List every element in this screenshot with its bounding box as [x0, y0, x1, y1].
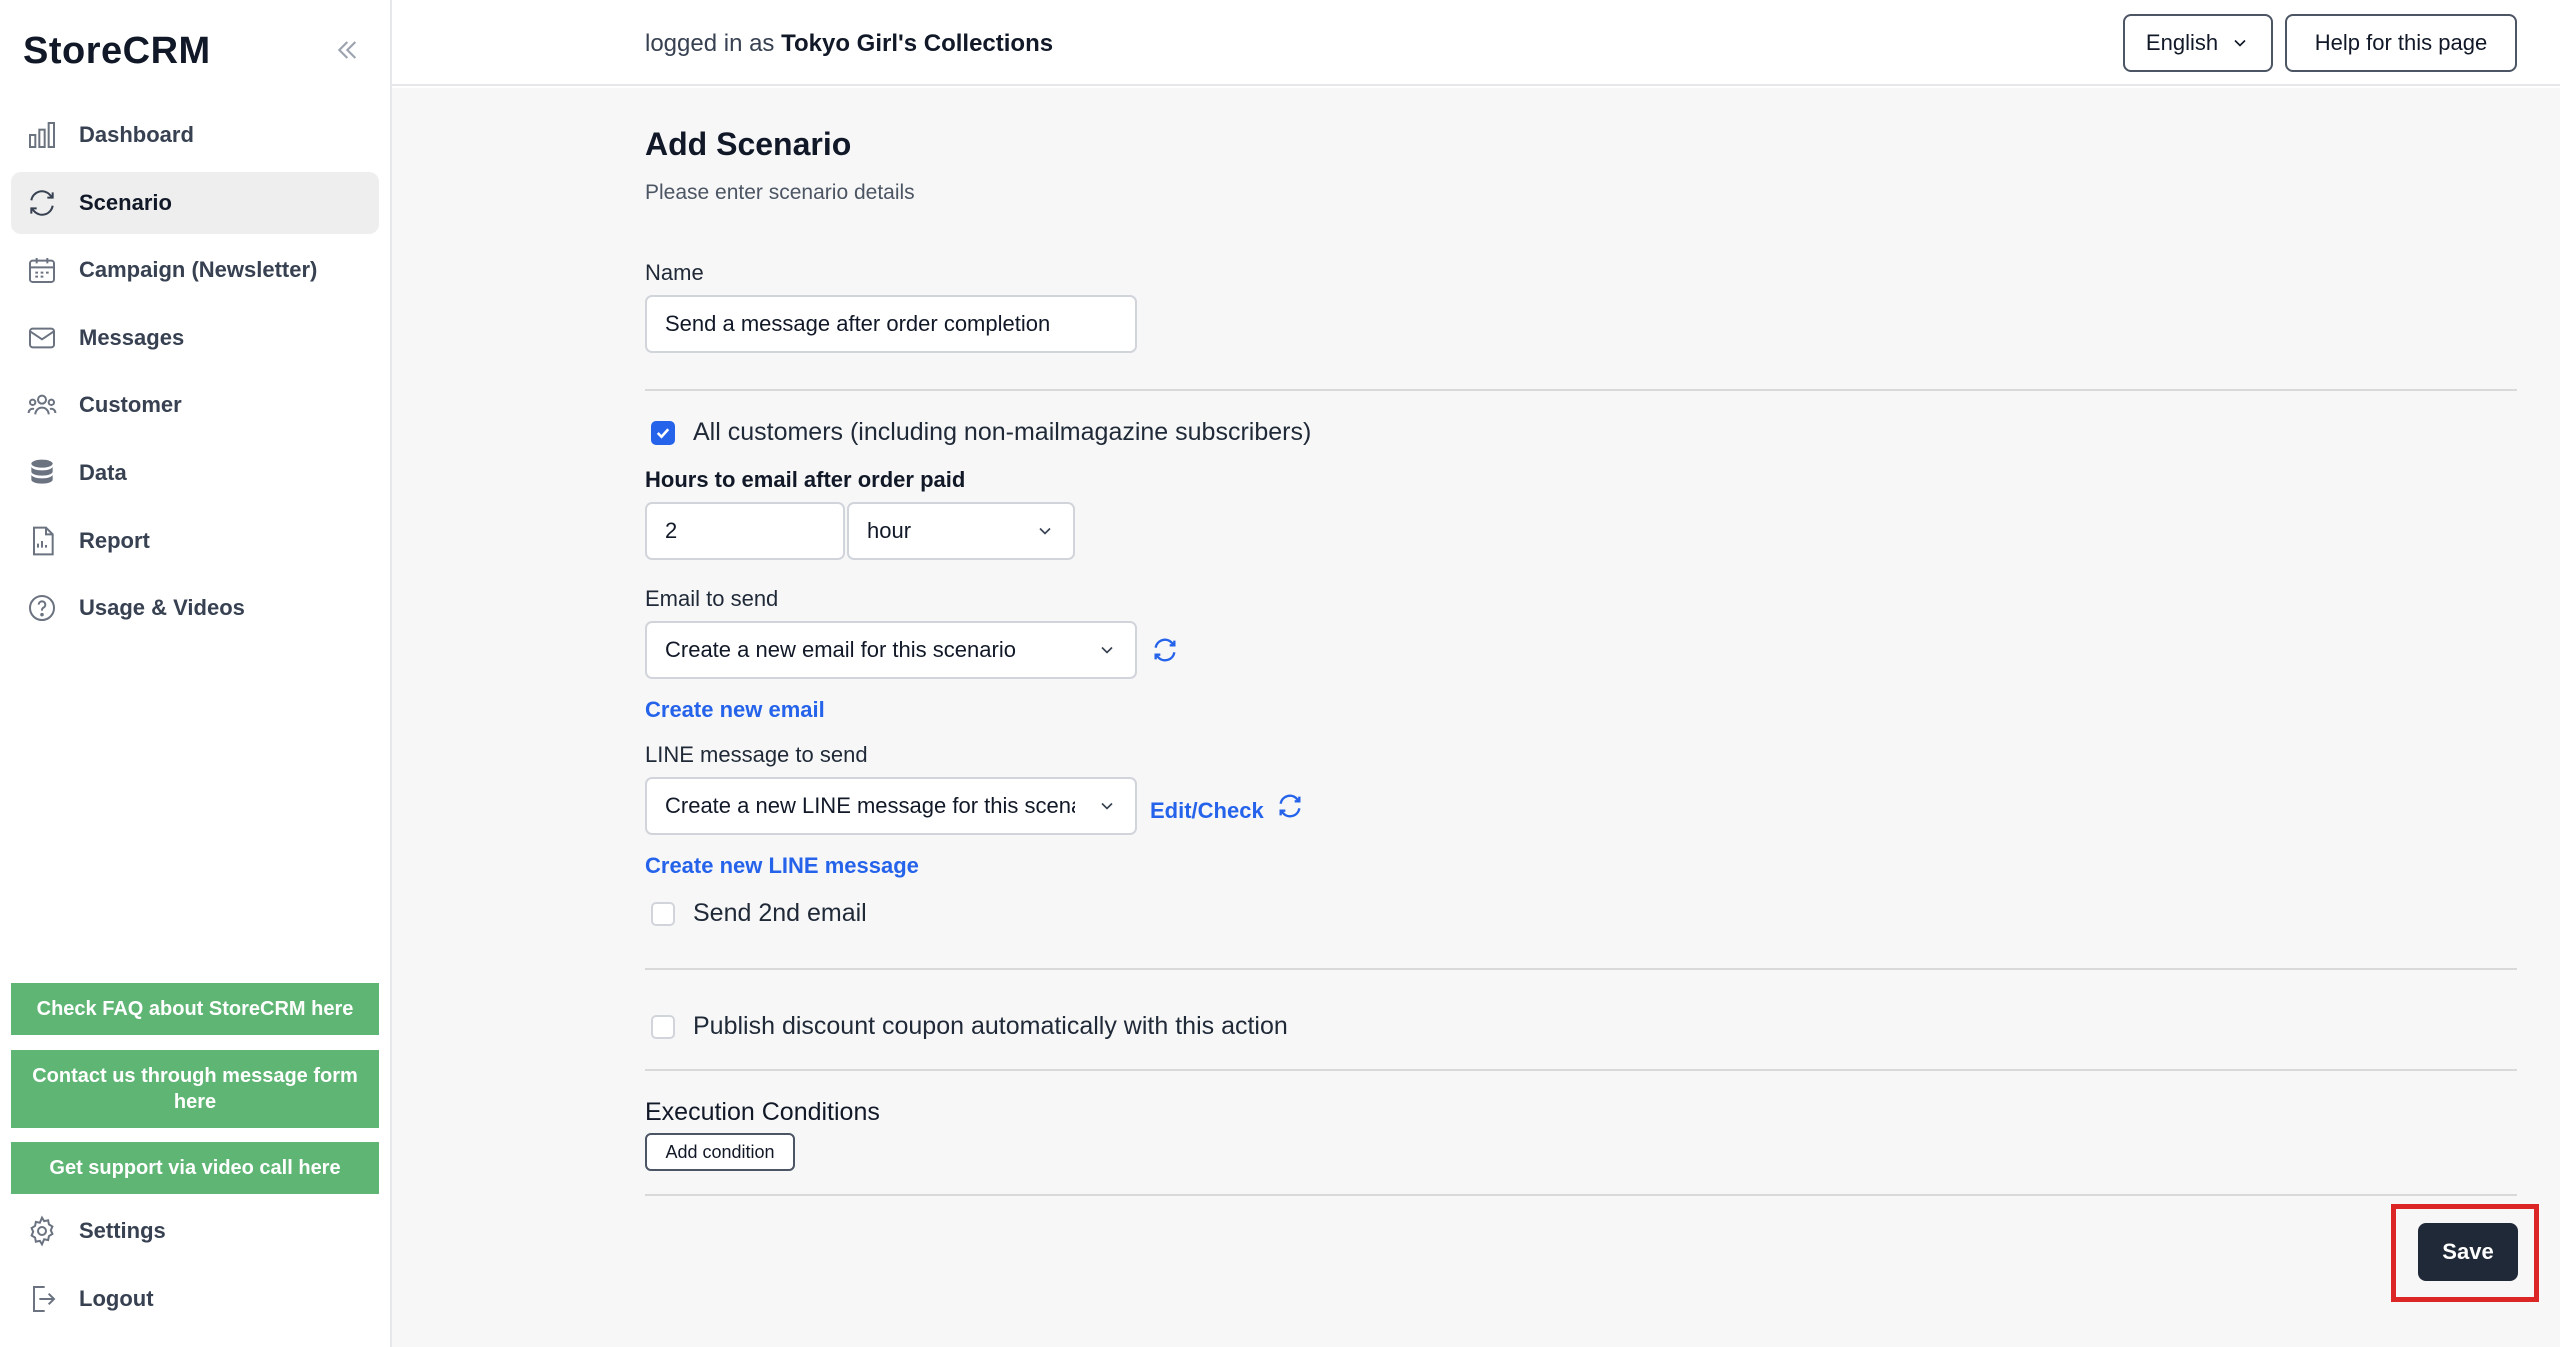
chevron-down-icon	[1097, 796, 1117, 816]
document-icon	[25, 524, 59, 558]
second-email-checkbox[interactable]	[651, 901, 675, 926]
sidebar-item-label: Messages	[79, 324, 185, 350]
sidebar-item-settings[interactable]: Settings	[11, 1200, 379, 1262]
login-status: logged in as Tokyo Girl's Collections	[645, 30, 1053, 58]
refresh-line-icon[interactable]	[1276, 792, 1304, 820]
sidebar-item-label: Scenario	[79, 189, 172, 215]
execution-conditions-title: Execution Conditions	[645, 1098, 880, 1126]
line-select-value: Create a new LINE message for this scena…	[665, 793, 1075, 818]
sidebar-item-label: Logout	[79, 1285, 154, 1311]
coupon-checkbox[interactable]	[651, 1014, 675, 1039]
divider	[645, 1069, 2517, 1071]
contact-form-button[interactable]: Contact us through message form here	[11, 1050, 379, 1128]
hours-input[interactable]: 2	[645, 502, 845, 560]
email-label: Email to send	[645, 586, 779, 611]
coupon-label: Publish discount coupon automatically wi…	[693, 1012, 1288, 1040]
email-select[interactable]: Create a new email for this scenario	[645, 621, 1137, 679]
edit-check-link[interactable]: Edit/Check	[1150, 798, 1264, 824]
sidebar-item-label: Customer	[79, 392, 182, 418]
login-prefix: logged in as	[645, 30, 775, 57]
chevron-down-icon	[1035, 521, 1055, 541]
top-bar: logged in as Tokyo Girl's Collections En…	[392, 0, 2560, 86]
sidebar-item-dashboard[interactable]: Dashboard	[11, 104, 379, 166]
page-title: Add Scenario	[645, 126, 852, 162]
sidebar: StoreCRM Dashboard Scenario Campaign (Ne…	[0, 0, 392, 1347]
all-customers-row: All customers (including non-mailmagazin…	[651, 418, 1311, 447]
sidebar-item-logout[interactable]: Logout	[11, 1268, 379, 1330]
hours-label: Hours to email after order paid	[645, 467, 966, 492]
users-icon	[25, 388, 59, 422]
collapse-sidebar-icon[interactable]	[330, 34, 362, 66]
sidebar-item-label: Campaign (Newsletter)	[79, 257, 318, 283]
sidebar-nav: Dashboard Scenario Campaign (Newsletter)…	[11, 104, 379, 645]
second-email-label: Send 2nd email	[693, 899, 867, 927]
calendar-icon	[25, 253, 59, 287]
gear-icon	[25, 1214, 59, 1248]
sidebar-item-customer[interactable]: Customer	[11, 374, 379, 436]
sidebar-item-usage-videos[interactable]: Usage & Videos	[11, 577, 379, 639]
language-select[interactable]: English	[2123, 14, 2273, 72]
divider	[645, 389, 2517, 391]
logout-icon	[25, 1282, 59, 1316]
main-content: Add Scenario Please enter scenario detai…	[392, 88, 2560, 1347]
sidebar-item-campaign[interactable]: Campaign (Newsletter)	[11, 239, 379, 301]
bar-chart-icon	[25, 118, 59, 152]
sidebar-item-label: Settings	[79, 1218, 166, 1243]
store-name: Tokyo Girl's Collections	[781, 30, 1054, 57]
hours-unit-select[interactable]: hour	[847, 502, 1075, 560]
chevron-down-icon	[2230, 33, 2250, 53]
coupon-row: Publish discount coupon automatically wi…	[651, 1012, 1288, 1041]
chevron-down-icon	[1097, 640, 1117, 660]
language-label: English	[2145, 30, 2219, 55]
all-customers-label: All customers (including non-mailmagazin…	[693, 418, 1312, 446]
add-condition-button[interactable]: Add condition	[645, 1133, 795, 1171]
name-label: Name	[645, 260, 704, 285]
divider	[645, 1194, 2517, 1196]
page-subtitle: Please enter scenario details	[645, 181, 915, 204]
help-circle-icon	[25, 591, 59, 625]
create-new-line-message-link[interactable]: Create new LINE message	[645, 853, 919, 879]
envelope-icon	[25, 321, 59, 355]
video-call-support-button[interactable]: Get support via video call here	[11, 1142, 379, 1194]
divider	[645, 968, 2517, 970]
create-new-email-link[interactable]: Create new email	[645, 697, 825, 723]
app-logo: StoreCRM	[23, 30, 211, 72]
refresh-cycle-icon	[25, 186, 59, 220]
sidebar-item-label: Data	[79, 459, 127, 485]
line-message-select[interactable]: Create a new LINE message for this scena…	[645, 777, 1137, 835]
hours-unit-value: hour	[867, 518, 912, 543]
sidebar-item-label: Usage & Videos	[79, 595, 245, 621]
line-label: LINE message to send	[645, 742, 868, 767]
refresh-email-icon[interactable]	[1151, 636, 1179, 664]
help-page-button[interactable]: Help for this page	[2285, 14, 2517, 72]
sidebar-item-scenario[interactable]: Scenario	[11, 171, 379, 234]
sidebar-item-label: Report	[79, 527, 150, 553]
scenario-name-input[interactable]: Send a message after order completion	[645, 295, 1137, 353]
all-customers-checkbox[interactable]	[651, 420, 675, 445]
sidebar-item-messages[interactable]: Messages	[11, 307, 379, 369]
sidebar-item-report[interactable]: Report	[11, 510, 379, 572]
faq-button[interactable]: Check FAQ about StoreCRM here	[11, 983, 379, 1035]
sidebar-item-data[interactable]: Data	[11, 442, 379, 504]
database-icon	[25, 456, 59, 490]
sidebar-item-label: Dashboard	[79, 122, 194, 147]
save-button[interactable]: Save	[2418, 1223, 2518, 1281]
second-email-row: Send 2nd email	[651, 899, 867, 928]
email-select-value: Create a new email for this scenario	[665, 637, 1016, 662]
sidebar-bottom-nav: Settings Logout	[11, 1200, 379, 1335]
